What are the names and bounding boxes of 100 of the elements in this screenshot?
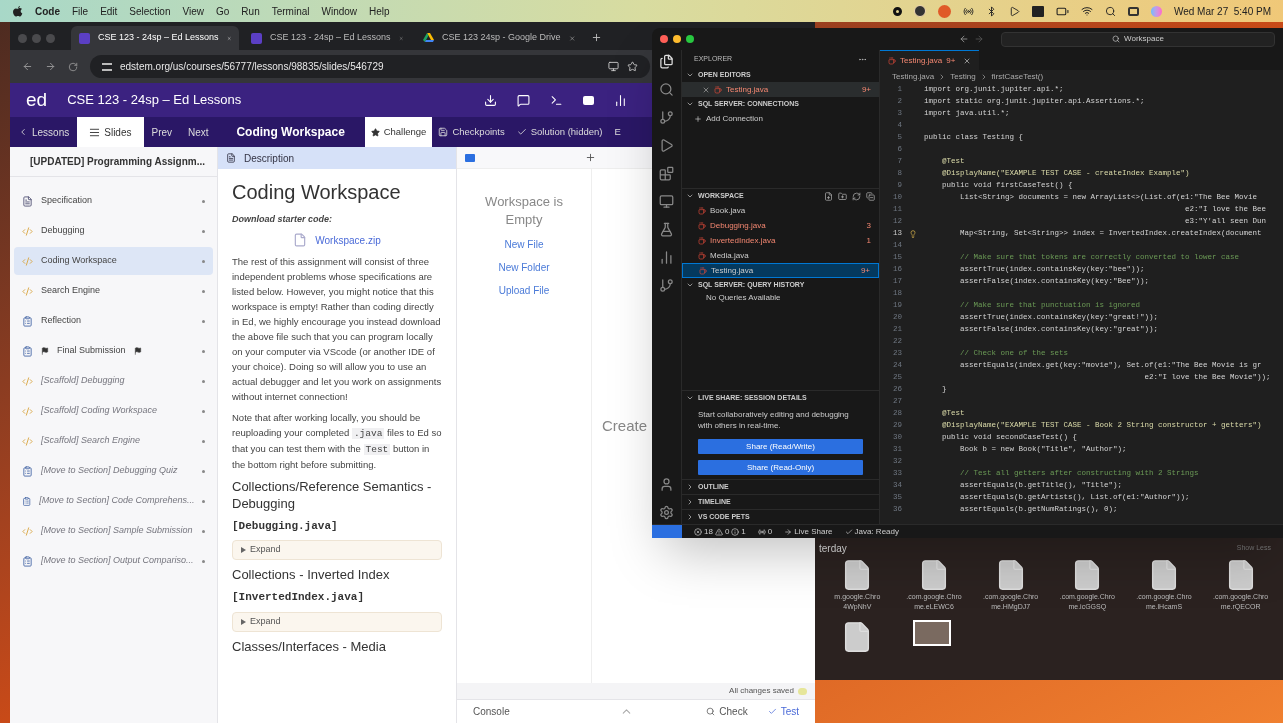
command-search-field[interactable]: Workspace: [1001, 31, 1275, 47]
slide-item[interactable]: Coding Workspace: [14, 247, 213, 275]
file-tree-item[interactable]: Book.java: [682, 203, 879, 218]
java-status[interactable]: Java: Ready: [854, 525, 899, 538]
file-tree-item[interactable]: Media.java: [682, 248, 879, 263]
slide-item[interactable]: [Move to Section] Output Compariso...: [14, 547, 213, 575]
lightbulb-icon[interactable]: [909, 230, 917, 238]
add-connection-button[interactable]: Add Connection: [682, 111, 879, 126]
lesson-tab[interactable]: Challenge: [364, 117, 433, 147]
slide-item[interactable]: Final Submission: [14, 337, 213, 365]
chat-icon[interactable]: [517, 93, 530, 107]
live-share-button[interactable]: Live Share: [794, 525, 833, 538]
slide-item[interactable]: [Move to Section] Code Comprehens...: [14, 487, 213, 515]
terminal-icon[interactable]: [550, 93, 563, 107]
menu-item[interactable]: Edit: [100, 3, 118, 19]
browser-tab[interactable]: CSE 123 24sp - Google Drive: [415, 26, 583, 50]
prev-button[interactable]: Prev: [143, 117, 181, 147]
menu-item[interactable]: Selection: [129, 3, 171, 19]
slide-item[interactable]: [Scaffold] Coding Workspace: [14, 397, 213, 425]
expand-toggle[interactable]: Expand: [232, 611, 442, 632]
browser-tab[interactable]: CSE 123 - 24sp – Ed Lessons: [243, 26, 411, 50]
reload-icon[interactable]: [68, 61, 78, 72]
extensions-icon[interactable]: [659, 166, 674, 181]
lesson-tab[interactable]: E: [608, 117, 627, 147]
files-icon[interactable]: [659, 54, 674, 69]
add-icon[interactable]: [585, 152, 596, 163]
lesson-tab[interactable]: Solution (hidden): [510, 117, 609, 147]
share-button[interactable]: Share (Read/Write): [698, 439, 863, 454]
info-count[interactable]: 1: [741, 525, 746, 538]
lessons-link[interactable]: Lessons: [10, 117, 78, 147]
slide-item[interactable]: [Scaffold] Debugging: [14, 367, 213, 395]
wifi-icon[interactable]: [1080, 5, 1093, 17]
address-bar[interactable]: edstem.org/us/courses/56777/lessons/98835/slides/546729: [90, 55, 650, 78]
ports-count[interactable]: 0: [767, 525, 773, 538]
ed-logo[interactable]: ed: [26, 85, 48, 115]
slides-tab[interactable]: Slides: [77, 117, 144, 147]
workspace-action-link[interactable]: New File: [504, 237, 544, 252]
settings-icon[interactable]: [659, 505, 674, 520]
file-tree-item[interactable]: InvertedIndex.java 1: [682, 233, 879, 248]
next-button[interactable]: Next: [180, 117, 217, 147]
minimize-window-button[interactable]: [673, 35, 681, 43]
search-icon[interactable]: [659, 82, 674, 97]
zoom-window-button[interactable]: [686, 35, 694, 43]
slide-item[interactable]: Debugging: [14, 217, 213, 245]
remote-explorer-icon[interactable]: [659, 194, 674, 209]
lesson-tab[interactable]: Checkpoints: [432, 117, 511, 147]
close-window-button[interactable]: [660, 35, 668, 43]
menu-item[interactable]: View: [182, 3, 204, 19]
error-count[interactable]: 18: [704, 525, 713, 538]
app-menu[interactable]: Code: [35, 3, 60, 19]
close-icon[interactable]: [568, 33, 575, 43]
new-tab-icon[interactable]: [591, 32, 602, 43]
slide-item[interactable]: [Move to Section] Sample Submission: [14, 517, 213, 545]
slide-item[interactable]: Search Engine: [14, 277, 213, 305]
refresh-icon[interactable]: [852, 191, 861, 201]
browser-tab[interactable]: CSE 123 - 24sp – Ed Lessons: [71, 26, 239, 50]
check-button[interactable]: Check: [706, 704, 748, 719]
play-icon[interactable]: [1008, 5, 1020, 17]
editor-tab[interactable]: Testing.java 9+: [880, 50, 980, 70]
back-icon[interactable]: [22, 61, 33, 72]
share-button[interactable]: Share (Read-Only): [698, 460, 863, 475]
download-icon[interactable]: [484, 93, 497, 107]
download-link[interactable]: Workspace.zip: [315, 232, 381, 248]
slide-item[interactable]: Reflection: [14, 307, 213, 335]
collapse-icon[interactable]: [866, 191, 875, 201]
photo-placeholder[interactable]: [912, 620, 951, 646]
file-tree-item[interactable]: Testing.java 9+: [682, 263, 879, 278]
menu-item[interactable]: Terminal: [271, 3, 310, 19]
install-icon[interactable]: [608, 61, 619, 72]
menu-item[interactable]: File: [72, 3, 89, 19]
breadcrumb-item[interactable]: firstCaseTest(): [991, 71, 1044, 83]
forward-icon[interactable]: [45, 61, 56, 72]
slide-item[interactable]: [Scaffold] Search Engine: [14, 427, 213, 455]
new-file-icon[interactable]: [824, 191, 833, 201]
file-tree-item[interactable]: Debugging.java 3: [682, 218, 879, 233]
workspace-action-link[interactable]: Upload File: [498, 283, 550, 298]
chart-icon[interactable]: [659, 250, 674, 265]
open-editor-item[interactable]: Testing.java 9+: [682, 82, 879, 97]
breadcrumb-item[interactable]: Testing: [950, 71, 976, 83]
slide-item[interactable]: Specification: [14, 187, 213, 215]
test-button[interactable]: Test: [767, 704, 799, 719]
menu-item[interactable]: Window: [321, 3, 358, 19]
run-icon[interactable]: [659, 138, 674, 153]
slide-item[interactable]: [Move to Section] Debugging Quiz: [14, 457, 213, 485]
back-icon[interactable]: [959, 34, 969, 44]
account-icon[interactable]: [659, 477, 674, 492]
bookmark-icon[interactable]: [627, 61, 638, 72]
apple-logo-icon[interactable]: [12, 5, 23, 17]
clock[interactable]: Wed Mar 27 5:40 PM: [1173, 3, 1271, 19]
menu-item[interactable]: Go: [216, 3, 230, 19]
console-toggle[interactable]: Console: [473, 704, 510, 719]
flask-icon[interactable]: [659, 222, 674, 237]
expand-toggle[interactable]: Expand: [232, 540, 442, 560]
warning-count[interactable]: 0: [724, 525, 730, 538]
search-icon[interactable]: [1104, 5, 1116, 17]
menu-item[interactable]: Help: [369, 3, 390, 19]
broadcast-icon[interactable]: [962, 5, 974, 17]
workspace-action-link[interactable]: New Folder: [498, 260, 550, 275]
chart-icon[interactable]: [614, 93, 627, 107]
graph-icon[interactable]: [659, 278, 674, 293]
